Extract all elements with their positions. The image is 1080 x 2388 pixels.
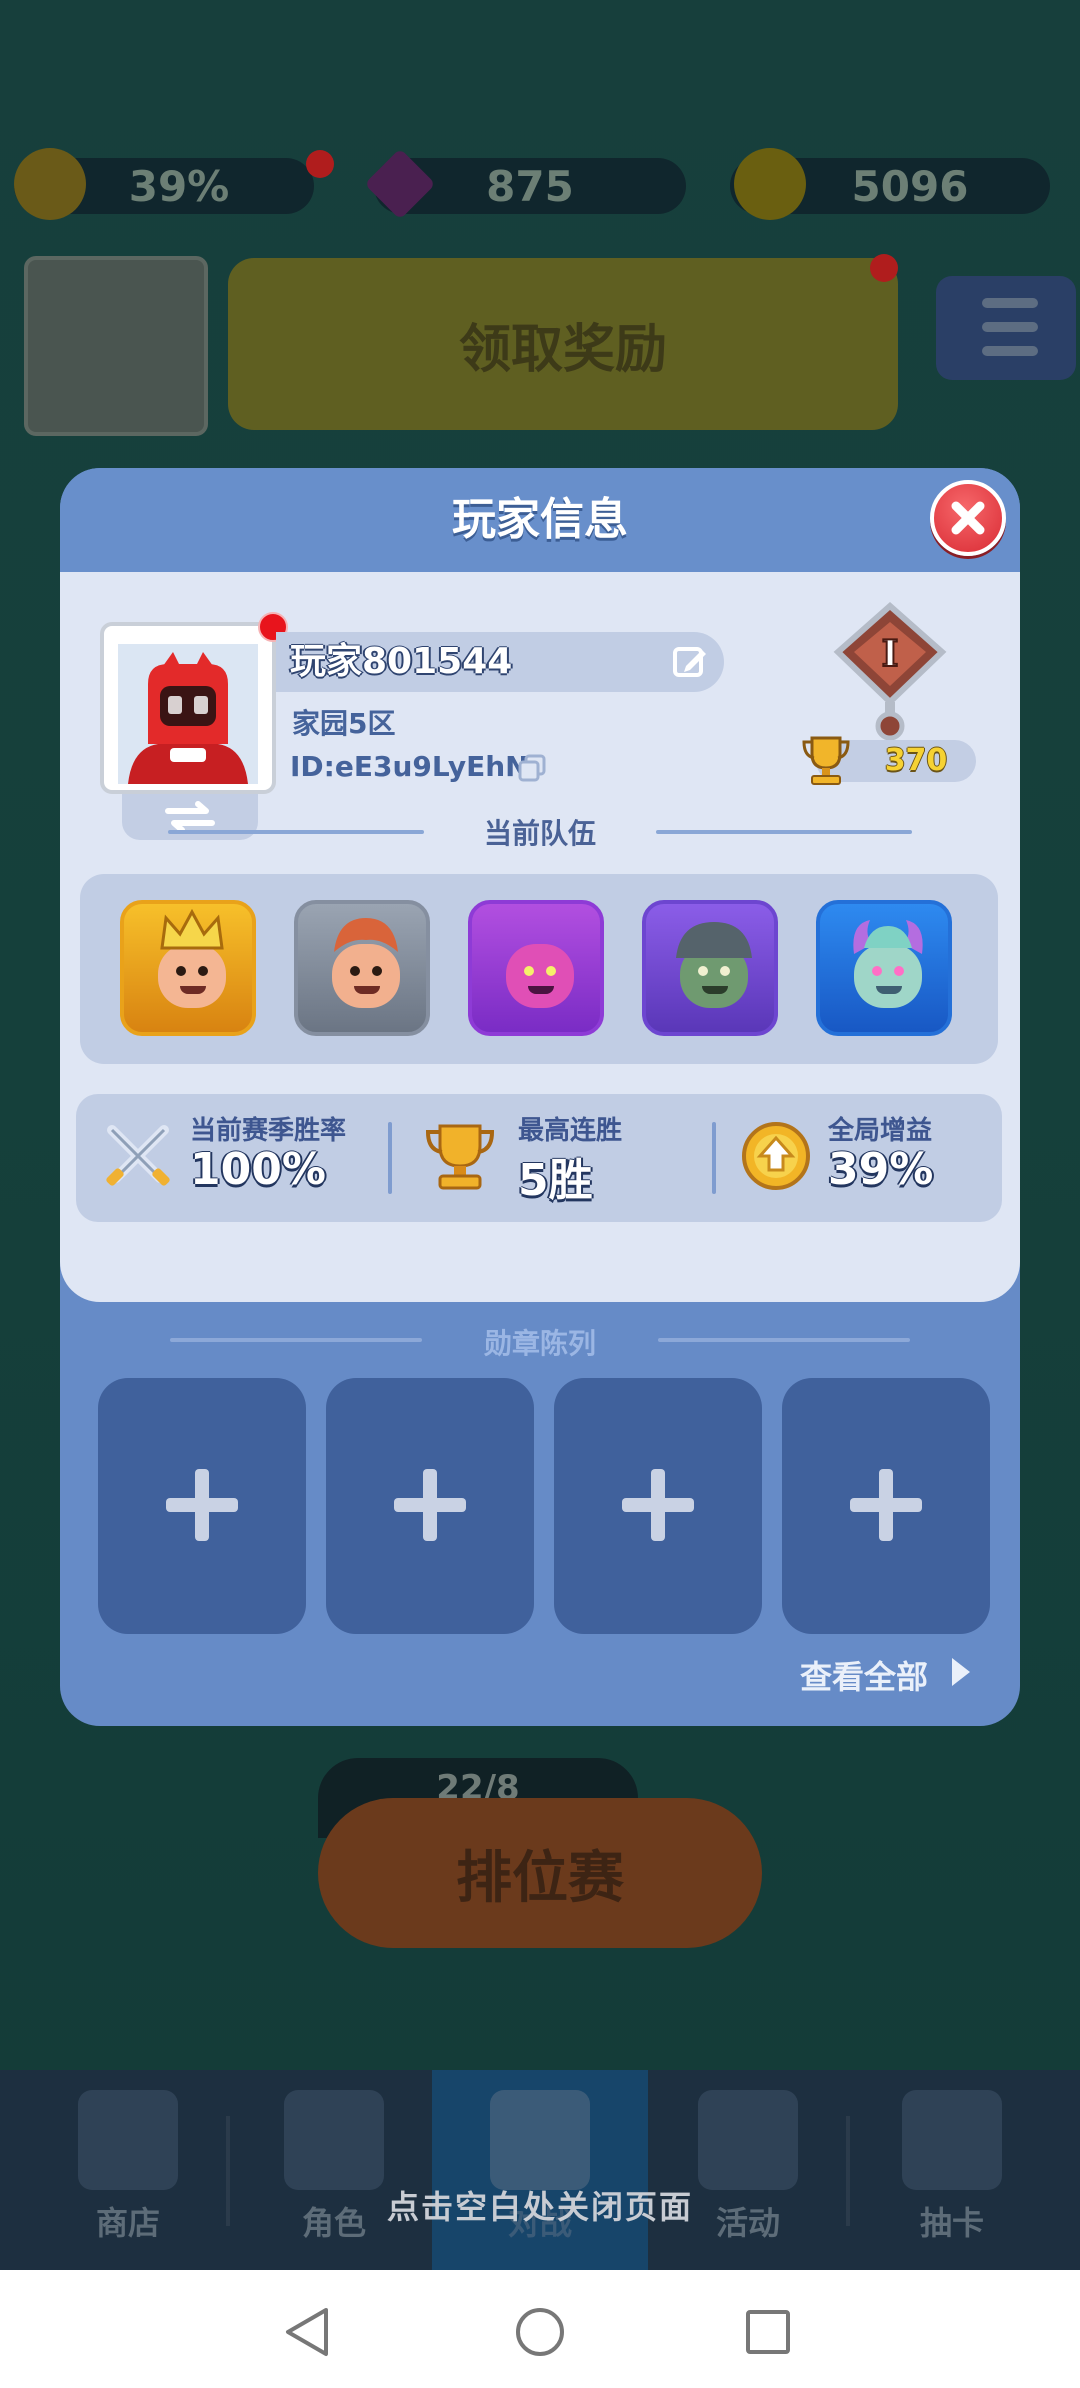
player-avatar[interactable] bbox=[100, 622, 276, 794]
coins-value: 5096 bbox=[851, 161, 969, 211]
hero-card-warrior[interactable] bbox=[294, 900, 430, 1036]
ranked-match-button[interactable]: 排位赛 bbox=[318, 1798, 762, 1948]
claim-notification-dot bbox=[870, 254, 898, 282]
player-info-dialog: 玩家信息 玩家801544 家园5区 ID:eE3u9LyEhN I 370 当… bbox=[60, 468, 1020, 1726]
stat-label-win-streak: 最高连胜 bbox=[518, 1116, 623, 1146]
boost-value: 39% bbox=[128, 161, 230, 211]
medal-slot-4[interactable] bbox=[782, 1378, 990, 1634]
red-hair-icon bbox=[334, 918, 398, 952]
medal-slot-3[interactable] bbox=[554, 1378, 762, 1634]
coin-icon bbox=[734, 148, 806, 220]
close-hint-text: 点击空白处关闭页面 bbox=[386, 2188, 693, 2226]
nav-gacha[interactable]: 抽卡 bbox=[852, 2070, 1052, 2270]
robot-avatar-icon bbox=[118, 644, 258, 784]
player-id: ID:eE3u9LyEhN bbox=[290, 750, 529, 783]
crossed-swords-icon bbox=[106, 1125, 170, 1186]
crossed-swords-nav-icon bbox=[490, 2090, 590, 2190]
stats-panel: 当前赛季胜率 100% 最高连胜 5胜 全局增益 39% bbox=[76, 1094, 1002, 1222]
hero-face bbox=[506, 944, 574, 1008]
claim-reward-label: 领取奖励 bbox=[458, 319, 667, 380]
gems-value: 875 bbox=[486, 161, 574, 211]
edit-name-icon[interactable] bbox=[672, 644, 708, 680]
resource-bar: 39% 875 5096 bbox=[0, 148, 1080, 230]
menu-button[interactable] bbox=[936, 276, 1076, 380]
medal-slot-1[interactable] bbox=[98, 1378, 306, 1634]
rank-badge-icon[interactable]: I bbox=[830, 602, 950, 742]
recents-icon[interactable] bbox=[744, 2308, 792, 2356]
stat-label-win-rate: 当前赛季胜率 bbox=[190, 1116, 347, 1146]
character-icon bbox=[284, 2090, 384, 2190]
horns-icon bbox=[853, 920, 923, 954]
stat-divider bbox=[388, 1122, 392, 1194]
ranked-match-label: 排位赛 bbox=[456, 1845, 624, 1911]
arrow-right-icon[interactable] bbox=[952, 1658, 970, 1686]
trophy-count: 370 bbox=[884, 743, 948, 778]
medal-section-title: 勋章陈列 bbox=[483, 1327, 596, 1360]
bottom-navigation: 商店 角色 对战 活动 抽卡 bbox=[0, 2070, 1080, 2270]
team-section-title: 当前队伍 bbox=[483, 817, 596, 850]
stat-value-global-boost: 39% bbox=[828, 1144, 934, 1195]
nav-characters[interactable]: 角色 bbox=[234, 2070, 434, 2270]
ranked-area: 22/8 排位赛 bbox=[318, 1758, 762, 1958]
trophy-icon bbox=[802, 736, 850, 785]
rank-letter: I bbox=[882, 633, 899, 675]
player-name: 玩家801544 bbox=[290, 641, 513, 682]
lock-icon bbox=[698, 2090, 798, 2190]
hero-card-king[interactable] bbox=[120, 900, 256, 1036]
nav-battle[interactable]: 对战 bbox=[432, 2070, 648, 2270]
back-icon[interactable] bbox=[282, 2306, 332, 2358]
view-all-link[interactable]: 查看全部 bbox=[800, 1652, 928, 1698]
system-navigation-bar bbox=[0, 2270, 1080, 2388]
claim-reward-button[interactable]: 领取奖励 bbox=[228, 258, 898, 430]
stat-value-win-rate: 100% bbox=[190, 1144, 326, 1195]
nav-events[interactable]: 活动 bbox=[648, 2070, 848, 2270]
server-name: 家园5区 bbox=[292, 707, 396, 740]
hero-card-zombie[interactable] bbox=[642, 900, 778, 1036]
dialog-title: 玩家信息 bbox=[452, 494, 628, 545]
team-panel bbox=[80, 874, 998, 1064]
shop-icon bbox=[78, 2090, 178, 2190]
close-button[interactable] bbox=[930, 480, 1006, 556]
crown-icon bbox=[160, 908, 224, 950]
home-icon[interactable] bbox=[514, 2306, 566, 2358]
helmet-icon bbox=[676, 922, 752, 958]
nav-shop[interactable]: 商店 bbox=[28, 2070, 228, 2270]
hero-card-masked-wrestler[interactable] bbox=[468, 900, 604, 1036]
notification-dot bbox=[306, 150, 334, 178]
player-info-panel: 玩家801544 家园5区 ID:eE3u9LyEhN I 370 当前队伍 当… bbox=[60, 572, 1020, 1302]
hero-card-ice-mage[interactable] bbox=[816, 900, 952, 1036]
gear-boost-icon bbox=[14, 148, 86, 220]
boost-medal-icon bbox=[742, 1122, 810, 1190]
close-icon bbox=[951, 501, 985, 535]
copy-icon[interactable] bbox=[516, 752, 548, 784]
stat-divider bbox=[712, 1122, 716, 1194]
stat-value-win-streak: 5胜 bbox=[518, 1155, 593, 1206]
medal-slot-2[interactable] bbox=[326, 1378, 534, 1634]
trophy-icon bbox=[425, 1124, 495, 1190]
stat-label-global-boost: 全局增益 bbox=[828, 1116, 933, 1146]
player-avatar-button[interactable] bbox=[24, 256, 208, 436]
mystery-card-icon bbox=[902, 2090, 1002, 2190]
